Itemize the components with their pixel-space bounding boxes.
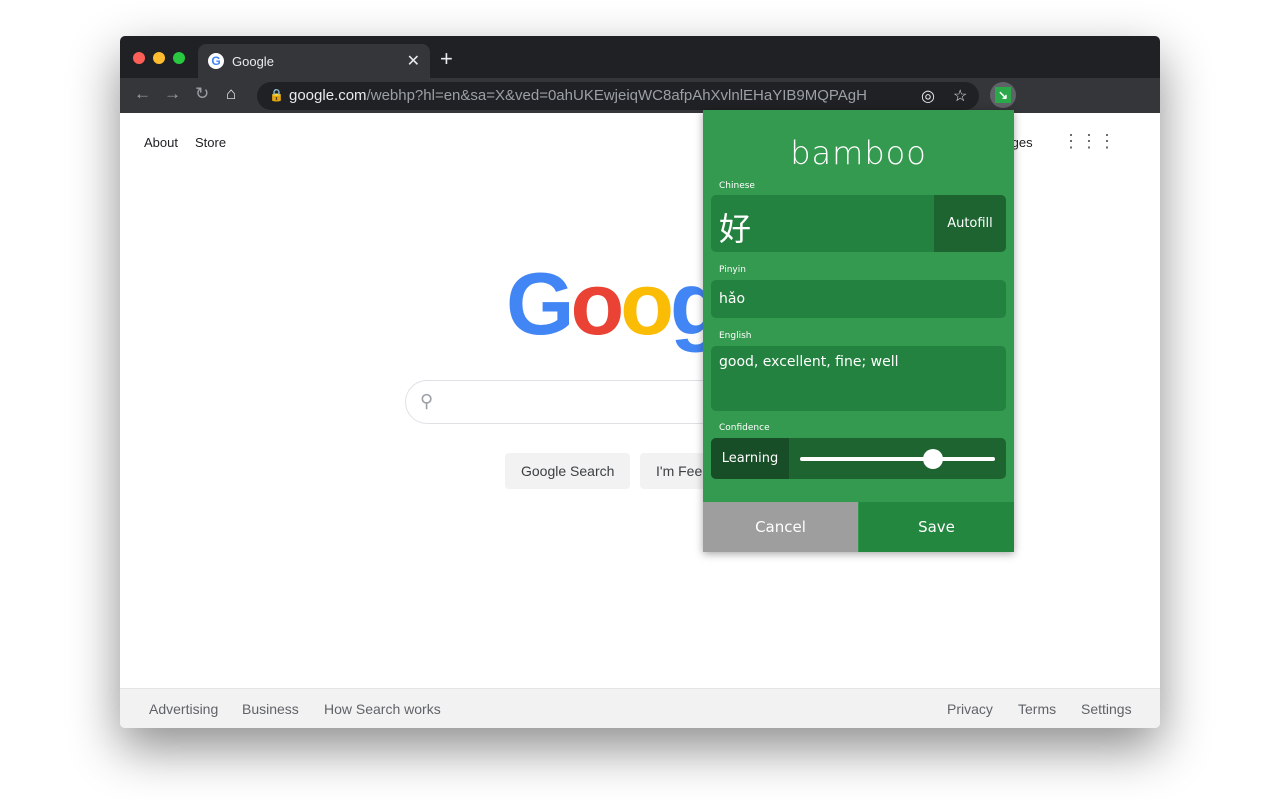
lock-icon: 🔒 [269,88,284,102]
address-bar[interactable]: 🔒 google.com/webhp?hl=en&sa=X&ved=0ahUKE… [257,82,979,110]
location-icon[interactable]: ◎ [921,86,935,106]
close-tab-icon[interactable]: ✕ [407,51,420,71]
tab-google[interactable]: G Google ✕ [198,44,430,78]
forward-icon[interactable]: → [164,84,181,104]
autofill-button[interactable]: Autofill [934,195,1006,252]
tab-title: Google [232,54,274,69]
bamboo-extension-button[interactable]: ↘ [990,82,1016,108]
footer-settings[interactable]: Settings [1081,701,1132,717]
confidence-control: Learning [711,438,1006,479]
pinyin-label: Pinyin [719,265,746,275]
about-link[interactable]: About [144,135,178,150]
english-label: English [719,331,752,341]
confidence-label: Confidence [719,423,770,433]
confidence-slider[interactable] [800,449,995,469]
footer-how-search-works[interactable]: How Search works [324,701,441,717]
tab-strip: G Google ✕ + [120,36,1160,78]
store-link[interactable]: Store [195,135,226,150]
reload-icon[interactable]: ↻ [195,84,209,104]
english-value: good, excellent, fine; well [719,354,899,370]
logo-letter: G [506,254,574,353]
logo-letter: o [620,254,674,353]
english-field[interactable]: good, excellent, fine; well [711,346,1006,411]
back-icon[interactable]: ← [134,84,151,104]
pinyin-field[interactable]: hǎo [711,280,1006,318]
home-icon[interactable]: ⌂ [226,84,236,104]
footer-terms[interactable]: Terms [1018,701,1056,717]
bamboo-popup: bamboo Chinese 好 Autofill Pinyin hǎo Eng… [703,110,1014,552]
minimize-window-button[interactable] [153,52,165,64]
chinese-label: Chinese [719,181,755,191]
save-button[interactable]: Save [859,502,1014,552]
pinyin-value: hǎo [719,291,746,307]
url-path: /webhp?hl=en&sa=X&ved=0ahUKEwjeiqWC8afpA… [366,87,867,104]
google-search-button[interactable]: Google Search [505,453,631,489]
close-window-button[interactable] [133,52,145,64]
new-tab-button[interactable]: + [440,46,453,72]
chinese-value: 好 [719,210,752,248]
confidence-level: Learning [711,438,789,479]
slider-handle[interactable] [922,449,943,469]
logo-letter: o [570,254,624,353]
maximize-window-button[interactable] [173,52,185,64]
toolbar: ← → ↻ ⌂ 🔒 google.com/webhp?hl=en&sa=X&ve… [120,78,1160,113]
bamboo-logo: bamboo [790,134,927,172]
footer-business[interactable]: Business [242,701,299,717]
cancel-button[interactable]: Cancel [703,502,858,552]
apps-grid-icon[interactable]: ⋮⋮⋮ [1062,131,1116,152]
footer: Advertising Business How Search works Pr… [120,688,1160,728]
url-host: google.com [289,87,367,104]
footer-privacy[interactable]: Privacy [947,701,993,717]
chinese-field[interactable]: 好 Autofill [711,195,1006,252]
bamboo-extension-icon: ↘ [995,87,1011,103]
search-icon: ⚲ [420,391,434,411]
google-favicon-icon: G [208,53,224,69]
footer-advertising[interactable]: Advertising [149,701,218,717]
bookmark-star-icon[interactable]: ☆ [953,86,967,106]
